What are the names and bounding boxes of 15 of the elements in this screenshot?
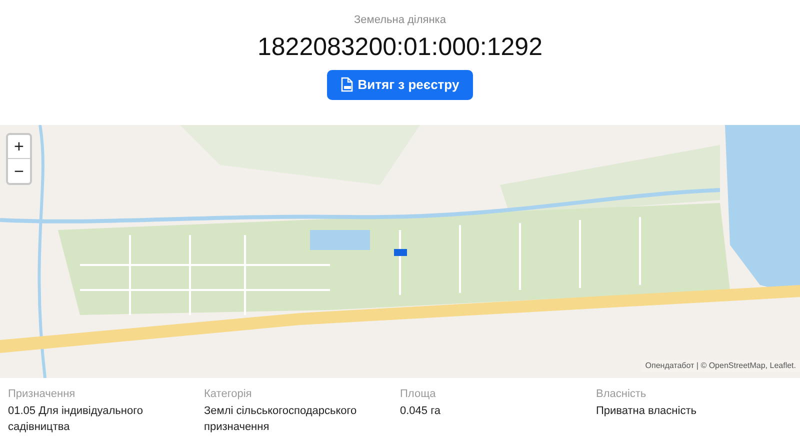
pdf-file-icon [340,77,353,92]
detail-label: Призначення [8,387,76,402]
detail-label: Категорія [204,387,253,402]
cadastral-number: 1822083200:01:000:1292 [257,32,542,62]
subtitle: Земельна ділянка [354,13,446,28]
map-attribution: Опендатабот | © OpenStreetMap, Leaflet. [641,360,800,372]
detail-value: Землі сільськогосподарського призначення [204,404,358,435]
extract-button[interactable]: Витяг з реєстру [327,70,473,100]
detail-label: Власність [596,387,648,402]
detail-value: 01.05 Для індивідуального садівництва [8,404,144,435]
zoom-in-button[interactable]: + [8,135,30,159]
detail-label: Площа [400,387,437,402]
detail-value: 0.045 га [400,404,442,419]
detail-value: Приватна власність [596,404,698,419]
zoom-out-button[interactable]: − [8,159,30,183]
